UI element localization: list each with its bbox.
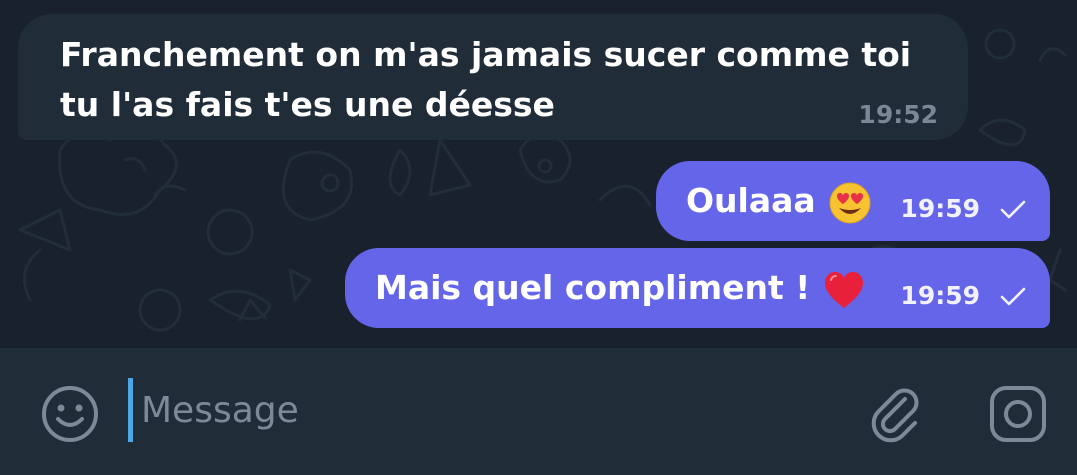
chat-area: Franchement on m'as jamais sucer comme t… [0, 0, 1077, 348]
message-text: Oulaaa [686, 181, 816, 220]
incoming-message-bubble[interactable]: Franchement on m'as jamais sucer comme t… [18, 14, 968, 140]
message-text: Franchement on m'as jamais sucer comme t… [60, 35, 912, 124]
attach-button[interactable] [864, 382, 928, 446]
message-composer [0, 348, 1077, 475]
message-time: 19:59 [900, 194, 980, 223]
emoji-icon [42, 386, 98, 442]
smiling-face-with-heart-eyes-icon [829, 182, 871, 224]
emoji-button[interactable] [38, 382, 102, 446]
sent-check-icon [1000, 287, 1026, 306]
red-heart-icon [825, 272, 864, 308]
message-text: Mais quel compliment ! [375, 268, 811, 307]
message-input[interactable] [128, 378, 828, 442]
message-time: 19:52 [858, 100, 938, 129]
outgoing-message-bubble[interactable]: Oulaaa 19:59 [656, 161, 1050, 241]
message-time: 19:59 [900, 281, 980, 310]
sent-check-icon [1000, 200, 1026, 219]
camera-icon [990, 386, 1046, 442]
outgoing-message-bubble[interactable]: Mais quel compliment ! 19:59 [345, 248, 1050, 328]
paperclip-icon [871, 388, 919, 443]
camera-button[interactable] [986, 382, 1050, 446]
